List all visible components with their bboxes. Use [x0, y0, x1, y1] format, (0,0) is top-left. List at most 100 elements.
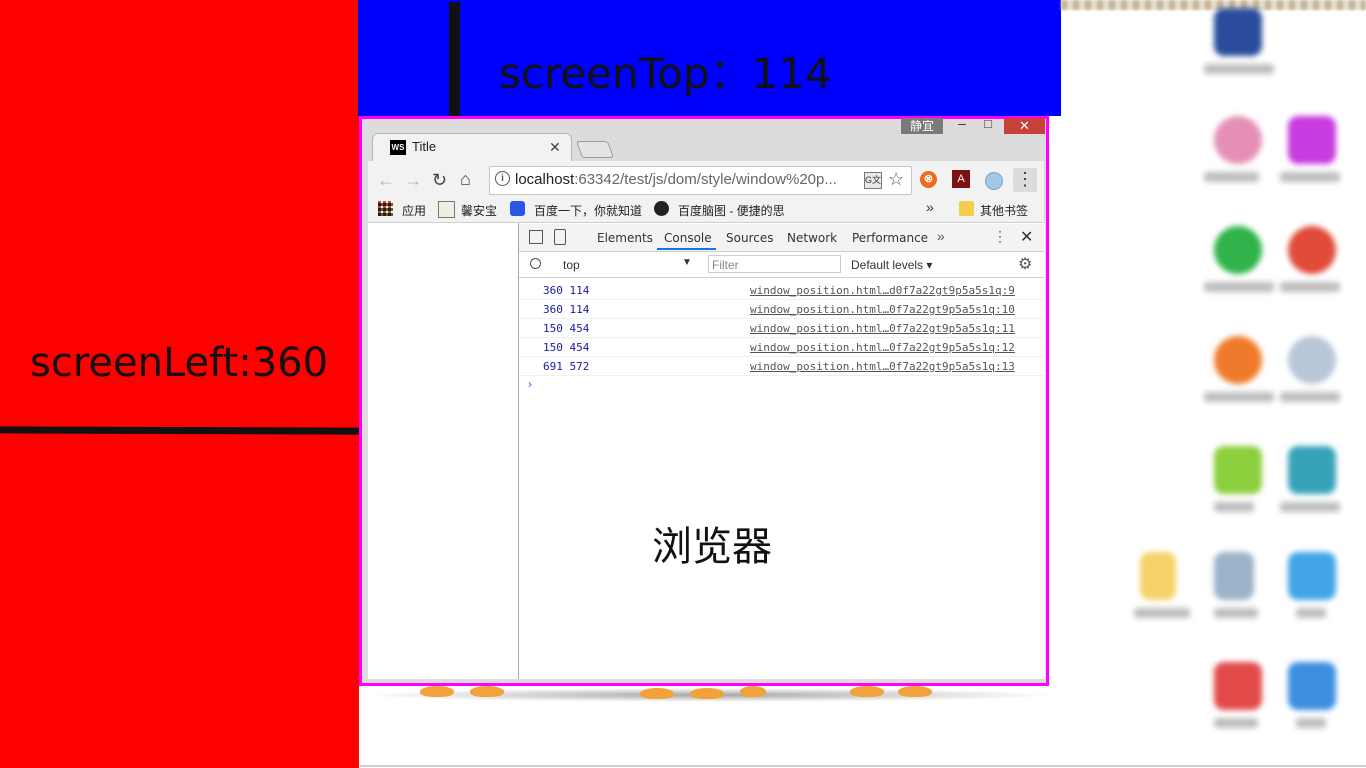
console-log-row: 360 114 window_position.html…d0f7a22gt9p… — [519, 280, 1044, 300]
log-message: 360 114 — [543, 284, 590, 297]
desktop-shortcut-icon[interactable] — [1214, 446, 1262, 494]
log-source-link[interactable]: window_position.html…0f7a22gt9p5a5s1q:10 — [750, 303, 1015, 316]
url-host: localhost — [515, 171, 575, 188]
desktop-shortcut-icon[interactable] — [1214, 226, 1262, 274]
bookmark-item[interactable]: 应用 — [402, 202, 426, 219]
baidu-paw-icon — [510, 201, 525, 216]
maximize-button[interactable]: □ — [978, 117, 998, 133]
desktop-shortcut-label — [1280, 392, 1340, 402]
page-viewport — [368, 223, 518, 679]
inspect-element-icon[interactable] — [529, 230, 543, 244]
desktop-shortcut-icon[interactable] — [1214, 336, 1262, 384]
desktop-shortcut-icon[interactable] — [1288, 662, 1336, 710]
log-message: 691 572 — [543, 360, 590, 373]
desktop-shortcut-icon[interactable] — [1214, 116, 1262, 164]
penguin-foot-icon — [690, 688, 724, 699]
webstorm-favicon-icon: WS — [390, 140, 406, 155]
desktop-divider — [360, 765, 1366, 767]
penguin-foot-icon — [420, 686, 454, 697]
devtools-close-icon[interactable]: ✕ — [1020, 227, 1033, 247]
bookmark-star-icon[interactable]: ☆ — [888, 169, 904, 190]
desktop-shortcut-label — [1204, 392, 1274, 402]
browser-menu-icon[interactable]: ⋮ — [1013, 168, 1037, 192]
forward-arrow-icon[interactable]: → — [404, 170, 422, 190]
context-select[interactable]: top — [563, 258, 580, 272]
desktop-shortcut-label — [1204, 172, 1259, 182]
minimize-button[interactable]: – — [952, 116, 972, 133]
desktop-shortcut-label — [1204, 64, 1274, 74]
desktop-shortcut-label — [1296, 608, 1326, 618]
window-caption-label: 静宜 — [901, 118, 943, 134]
tab-title[interactable]: Title — [412, 139, 436, 154]
log-source-link[interactable]: window_position.html…d0f7a22gt9p5a5s1q:9 — [750, 284, 1015, 297]
desktop-shortcut-icon[interactable] — [1214, 662, 1262, 710]
back-arrow-icon[interactable]: ← — [377, 170, 395, 190]
penguin-foot-icon — [850, 686, 884, 697]
desktop-shortcut-icon[interactable] — [1214, 552, 1254, 600]
close-window-button[interactable]: ✕ — [1004, 118, 1045, 134]
translate-icon[interactable]: G文 — [864, 172, 882, 189]
desktop-wallpaper-strip — [1061, 0, 1366, 10]
desktop-folder-icon[interactable] — [1140, 552, 1176, 600]
more-tabs-chevron-icon[interactable]: » — [937, 228, 945, 244]
extension-orange-icon[interactable]: ⊗ — [920, 171, 937, 188]
desktop-shortcut-label — [1134, 608, 1190, 618]
devtools-menu-icon[interactable]: ⋮ — [993, 228, 1007, 245]
screen-left-label: screenLeft:360 — [30, 340, 329, 386]
url-path: :63342/test/js/dom/style/window%20p... — [574, 171, 837, 188]
desktop-shortcut-label — [1280, 502, 1340, 512]
bookmark-item[interactable]: 馨安宝 — [461, 202, 497, 219]
screen-top-label: screenTop：114 — [499, 49, 832, 98]
desktop-shortcut-icon[interactable] — [1288, 446, 1336, 494]
site-info-icon[interactable]: i — [495, 171, 510, 186]
browser-label: 浏览器 — [652, 524, 772, 570]
clear-console-icon[interactable] — [530, 258, 541, 269]
desktop-shortcut-icon[interactable] — [1288, 226, 1336, 274]
more-bookmarks-chevron-icon[interactable]: » — [926, 199, 934, 215]
tab-network[interactable]: Network — [787, 231, 837, 245]
tab-console[interactable]: Console — [664, 231, 712, 245]
log-source-link[interactable]: window_position.html…0f7a22gt9p5a5s1q:13 — [750, 360, 1015, 373]
console-filter-input[interactable]: Filter — [708, 255, 841, 273]
desktop-shortcut-icon[interactable] — [1214, 8, 1262, 56]
new-tab-button[interactable] — [575, 141, 615, 158]
log-source-link[interactable]: window_position.html…0f7a22gt9p5a5s1q:11 — [750, 322, 1015, 335]
context-dropdown-arrow-icon[interactable]: ▼ — [682, 257, 692, 268]
log-message: 150 454 — [543, 341, 590, 354]
desktop-shortcut-icon[interactable] — [1288, 552, 1336, 600]
bookmark-item[interactable]: 百度一下，你就知道 — [534, 202, 642, 219]
tab-elements[interactable]: Elements — [597, 231, 653, 245]
console-log-row: 360 114 window_position.html…0f7a22gt9p5… — [519, 299, 1044, 319]
desktop-shortcut-label — [1214, 608, 1258, 618]
log-levels-label: Default levels — [851, 258, 924, 272]
penguin-foot-icon — [470, 686, 504, 697]
console-log-row: 691 572 window_position.html…0f7a22gt9p5… — [519, 356, 1044, 376]
screen-top-indicator-line — [449, 2, 460, 116]
desktop-shortcut-icon[interactable] — [1288, 336, 1336, 384]
tab-close-icon[interactable]: ✕ — [549, 139, 561, 156]
log-source-link[interactable]: window_position.html…0f7a22gt9p5a5s1q:12 — [750, 341, 1015, 354]
home-icon[interactable]: ⌂ — [460, 169, 471, 189]
desktop-shortcut-label — [1280, 282, 1340, 292]
apps-grid-icon — [378, 201, 393, 216]
url-text[interactable]: localhost:63342/test/js/dom/style/window… — [515, 171, 855, 188]
desktop-shortcut-label — [1214, 502, 1254, 512]
bookmark-favicon-icon — [438, 201, 455, 218]
device-toolbar-icon[interactable] — [554, 229, 566, 245]
desktop-shortcut-label — [1296, 718, 1326, 728]
bookmark-item[interactable]: 百度脑图 - 便捷的思 — [678, 202, 790, 219]
extension-pdf-icon[interactable]: A — [952, 170, 970, 188]
tab-sources[interactable]: Sources — [726, 231, 773, 245]
screen-left-indicator-line — [0, 426, 362, 435]
other-bookmarks-folder[interactable]: 其他书签 — [980, 202, 1028, 219]
penguin-foot-icon — [640, 688, 674, 699]
penguin-foot-icon — [898, 686, 932, 697]
console-prompt-chevron-icon[interactable]: › — [528, 377, 532, 391]
penguin-foot-icon — [740, 686, 766, 697]
desktop-shortcut-icon[interactable] — [1288, 116, 1336, 164]
tab-performance[interactable]: Performance — [852, 231, 928, 245]
extension-globe-icon[interactable] — [985, 172, 1003, 190]
reload-icon[interactable]: ↻ — [432, 170, 447, 190]
log-levels-select[interactable]: Default levels ▾ — [851, 258, 932, 272]
console-settings-gear-icon[interactable]: ⚙ — [1018, 254, 1032, 274]
